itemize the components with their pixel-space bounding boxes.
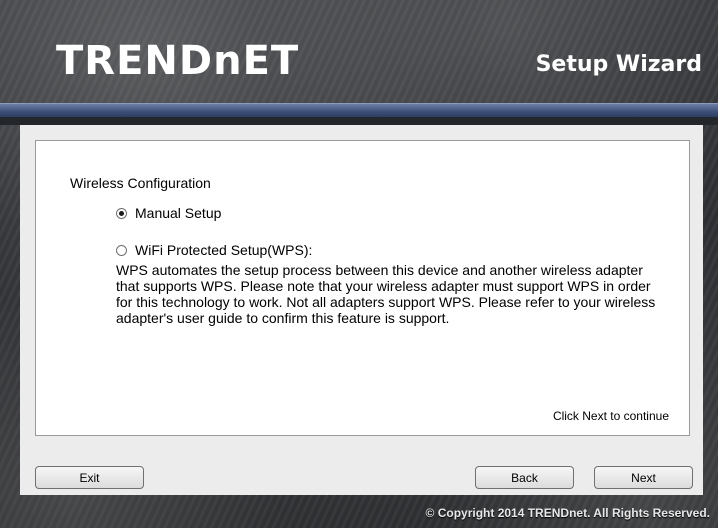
content-box: Wireless Configuration Manual Setup WiFi…: [35, 140, 690, 436]
manual-setup-label: Manual Setup: [135, 205, 222, 221]
setup-wizard-title: Setup Wizard: [535, 52, 702, 77]
continue-hint: Click Next to continue: [552, 409, 669, 423]
exit-button[interactable]: Exit: [35, 466, 144, 489]
header-banner: TRENDnET Setup Wizard: [0, 0, 718, 103]
manual-setup-radio[interactable]: [116, 207, 127, 219]
copyright-text: © Copyright 2014 TRENDnet. All Rights Re…: [425, 506, 710, 520]
header-accent-stripe: [0, 103, 718, 118]
wizard-panel: Wireless Configuration Manual Setup WiFi…: [20, 125, 703, 495]
section-title: Wireless Configuration: [70, 175, 211, 191]
header-divider: [0, 117, 718, 125]
back-button[interactable]: Back: [475, 466, 574, 489]
wps-setup-label: WiFi Protected Setup(WPS):: [135, 242, 313, 258]
wps-description: WPS automates the setup process between …: [116, 262, 656, 326]
wps-setup-radio[interactable]: [116, 244, 127, 256]
trendnet-logo: TRENDnET: [56, 38, 300, 84]
wps-setup-option[interactable]: WiFi Protected Setup(WPS):: [116, 242, 312, 258]
next-button[interactable]: Next: [594, 466, 693, 489]
manual-setup-option[interactable]: Manual Setup: [116, 205, 221, 221]
